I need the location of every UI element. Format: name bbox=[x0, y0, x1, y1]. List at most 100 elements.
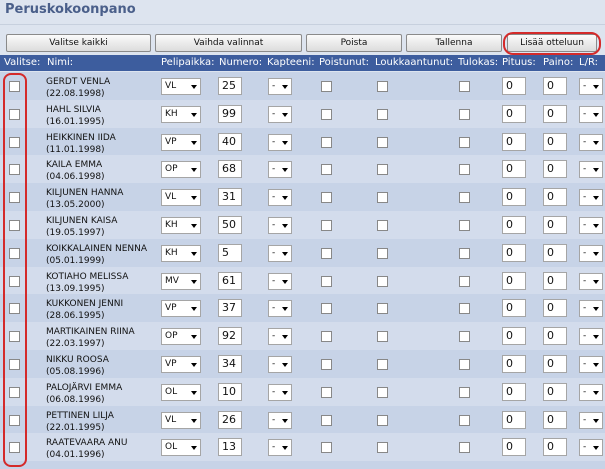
position-select[interactable]: VP bbox=[161, 356, 201, 373]
weight-input[interactable]: 0 bbox=[543, 132, 567, 151]
captain-select[interactable]: - bbox=[268, 217, 292, 234]
invert-selection-button[interactable]: Vaihda valinnat bbox=[155, 34, 302, 52]
left-checkbox[interactable] bbox=[321, 81, 332, 92]
position-select[interactable]: KH bbox=[161, 105, 201, 123]
number-input[interactable]: 40 bbox=[218, 132, 242, 151]
weight-input[interactable]: 0 bbox=[543, 160, 567, 179]
number-input[interactable]: 99 bbox=[218, 104, 242, 123]
injured-checkbox[interactable] bbox=[377, 192, 388, 204]
lr-select[interactable]: - bbox=[579, 161, 603, 179]
left-checkbox[interactable] bbox=[321, 359, 332, 370]
weight-input[interactable]: 0 bbox=[543, 243, 567, 262]
lr-select[interactable]: - bbox=[579, 244, 603, 262]
weight-input[interactable]: 0 bbox=[543, 438, 567, 457]
number-input[interactable]: 10 bbox=[218, 382, 242, 401]
captain-select[interactable]: - bbox=[268, 244, 292, 262]
weight-input[interactable]: 0 bbox=[543, 216, 567, 234]
left-checkbox[interactable] bbox=[321, 414, 332, 426]
number-input[interactable]: 13 bbox=[218, 438, 242, 457]
left-checkbox[interactable] bbox=[321, 275, 332, 287]
captain-select[interactable]: - bbox=[268, 439, 292, 457]
left-checkbox[interactable] bbox=[321, 442, 332, 454]
result-checkbox[interactable] bbox=[459, 81, 470, 92]
captain-select[interactable]: - bbox=[268, 411, 292, 429]
captain-select[interactable]: - bbox=[268, 161, 292, 179]
number-input[interactable]: 37 bbox=[218, 299, 242, 318]
injured-checkbox[interactable] bbox=[377, 386, 388, 398]
position-select[interactable]: OL bbox=[161, 439, 201, 457]
number-input[interactable]: 26 bbox=[218, 410, 242, 429]
position-select[interactable]: VL bbox=[161, 78, 201, 95]
weight-input[interactable]: 0 bbox=[543, 271, 567, 290]
height-input[interactable]: 0 bbox=[502, 327, 526, 346]
injured-checkbox[interactable] bbox=[377, 136, 388, 148]
injured-checkbox[interactable] bbox=[377, 275, 388, 287]
left-checkbox[interactable] bbox=[321, 386, 332, 398]
lr-select[interactable]: - bbox=[579, 105, 603, 123]
result-checkbox[interactable] bbox=[459, 192, 470, 204]
height-input[interactable]: 0 bbox=[502, 410, 526, 429]
injured-checkbox[interactable] bbox=[377, 247, 388, 259]
injured-checkbox[interactable] bbox=[377, 331, 388, 343]
save-button[interactable]: Tallenna bbox=[406, 34, 502, 52]
result-checkbox[interactable] bbox=[459, 414, 470, 426]
result-checkbox[interactable] bbox=[459, 220, 470, 231]
number-input[interactable]: 50 bbox=[218, 216, 242, 234]
lr-select[interactable]: - bbox=[579, 78, 603, 95]
result-checkbox[interactable] bbox=[459, 331, 470, 343]
number-input[interactable]: 31 bbox=[218, 188, 242, 207]
left-checkbox[interactable] bbox=[321, 331, 332, 343]
lr-select[interactable]: - bbox=[579, 328, 603, 346]
number-input[interactable]: 25 bbox=[218, 77, 242, 95]
weight-input[interactable]: 0 bbox=[543, 382, 567, 401]
injured-checkbox[interactable] bbox=[377, 414, 388, 426]
select-all-button[interactable]: Valitse kaikki bbox=[6, 34, 151, 52]
captain-select[interactable]: - bbox=[268, 300, 292, 318]
lr-select[interactable]: - bbox=[579, 189, 603, 207]
position-select[interactable]: MV bbox=[161, 272, 201, 290]
height-input[interactable]: 0 bbox=[502, 355, 526, 373]
height-input[interactable]: 0 bbox=[502, 243, 526, 262]
left-checkbox[interactable] bbox=[321, 108, 332, 120]
weight-input[interactable]: 0 bbox=[543, 355, 567, 373]
weight-input[interactable]: 0 bbox=[543, 299, 567, 318]
height-input[interactable]: 0 bbox=[502, 132, 526, 151]
weight-input[interactable]: 0 bbox=[543, 77, 567, 95]
left-checkbox[interactable] bbox=[321, 164, 332, 176]
result-checkbox[interactable] bbox=[459, 359, 470, 370]
height-input[interactable]: 0 bbox=[502, 188, 526, 207]
weight-input[interactable]: 0 bbox=[543, 104, 567, 123]
injured-checkbox[interactable] bbox=[377, 164, 388, 176]
left-checkbox[interactable] bbox=[321, 192, 332, 204]
lr-select[interactable]: - bbox=[579, 217, 603, 234]
number-input[interactable]: 68 bbox=[218, 160, 242, 179]
delete-button[interactable]: Poista bbox=[306, 34, 402, 52]
number-input[interactable]: 34 bbox=[218, 355, 242, 373]
captain-select[interactable]: - bbox=[268, 133, 292, 151]
height-input[interactable]: 0 bbox=[502, 160, 526, 179]
captain-select[interactable]: - bbox=[268, 383, 292, 401]
height-input[interactable]: 0 bbox=[502, 299, 526, 318]
position-select[interactable]: OP bbox=[161, 161, 201, 179]
injured-checkbox[interactable] bbox=[377, 359, 388, 370]
result-checkbox[interactable] bbox=[459, 247, 470, 259]
result-checkbox[interactable] bbox=[459, 275, 470, 287]
result-checkbox[interactable] bbox=[459, 136, 470, 148]
position-select[interactable]: KH bbox=[161, 244, 201, 262]
number-input[interactable]: 61 bbox=[218, 271, 242, 290]
captain-select[interactable]: - bbox=[268, 105, 292, 123]
left-checkbox[interactable] bbox=[321, 247, 332, 259]
position-select[interactable]: OP bbox=[161, 328, 201, 346]
height-input[interactable]: 0 bbox=[502, 271, 526, 290]
height-input[interactable]: 0 bbox=[502, 104, 526, 123]
position-select[interactable]: OL bbox=[161, 383, 201, 401]
injured-checkbox[interactable] bbox=[377, 303, 388, 315]
height-input[interactable]: 0 bbox=[502, 77, 526, 95]
position-select[interactable]: VP bbox=[161, 300, 201, 318]
lr-select[interactable]: - bbox=[579, 300, 603, 318]
height-input[interactable]: 0 bbox=[502, 216, 526, 234]
injured-checkbox[interactable] bbox=[377, 81, 388, 92]
number-input[interactable]: 5 bbox=[218, 243, 242, 262]
lr-select[interactable]: - bbox=[579, 272, 603, 290]
weight-input[interactable]: 0 bbox=[543, 188, 567, 207]
